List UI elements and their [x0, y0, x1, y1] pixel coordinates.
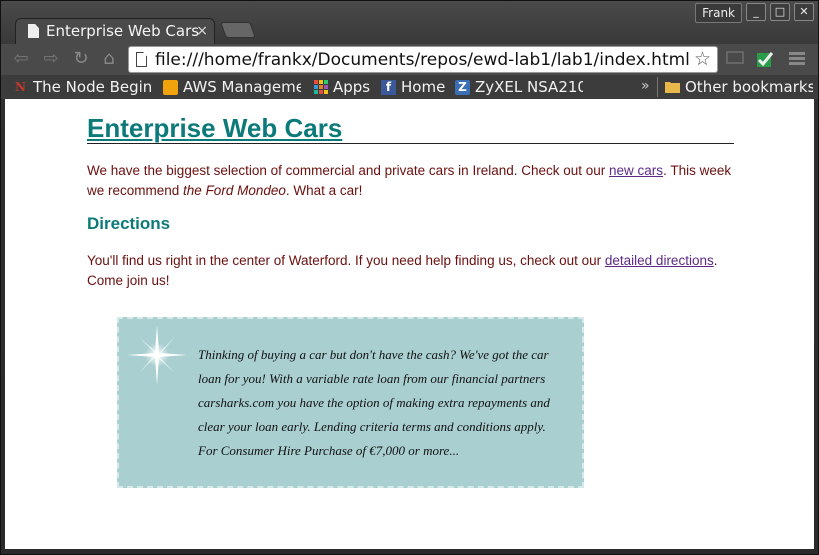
browser-window: Frank _ □ ✕ Enterprise Web Cars × ⇦ ⇨ ↻ …	[0, 0, 819, 555]
tab-active[interactable]: Enterprise Web Cars ×	[15, 18, 215, 44]
file-page-icon	[136, 52, 147, 67]
url-text[interactable]: file:///home/frankx/Documents/repos/ewd-…	[155, 50, 690, 70]
bookmark-label: ZyXEL NSA210	[475, 78, 583, 96]
folder-icon	[665, 80, 680, 95]
forward-icon[interactable]: ⇨	[41, 49, 61, 69]
address-bar[interactable]: file:///home/frankx/Documents/repos/ewd-…	[128, 46, 718, 73]
facebook-icon: f	[381, 80, 396, 95]
profile-badge[interactable]: Frank	[695, 3, 742, 23]
bookmark-label: Home	[401, 78, 446, 96]
intro-paragraph: We have the biggest selection of commerc…	[87, 163, 732, 198]
close-window-button[interactable]: ✕	[794, 3, 814, 21]
other-bookmarks[interactable]: Other bookmarks	[663, 77, 813, 97]
bookmark-label: AWS Management	[183, 78, 301, 96]
back-icon[interactable]: ⇦	[11, 49, 31, 69]
sparkle-icon	[127, 325, 187, 385]
recommended-car: the Ford Mondeo	[183, 183, 286, 198]
tab-title: Enterprise Web Cars	[46, 22, 200, 40]
page-viewport: Enterprise Web Cars We have the biggest …	[5, 99, 814, 549]
directions-heading: Directions	[87, 214, 171, 233]
bookmark-label: Apps	[333, 78, 371, 96]
menu-icon[interactable]	[787, 50, 807, 70]
reload-icon[interactable]: ↻	[71, 49, 91, 69]
detailed-directions-link[interactable]: detailed directions	[605, 253, 714, 268]
page-icon	[28, 24, 39, 38]
directions-paragraph: You'll find us right in the center of Wa…	[87, 253, 718, 288]
cast-icon[interactable]	[725, 50, 745, 70]
toolbar: ⇦ ⇨ ↻ ⌂ file:///home/frankx/Documents/re…	[1, 44, 818, 75]
bookmarks-divider	[657, 77, 658, 97]
page-title: Enterprise Web Cars	[87, 113, 734, 144]
bookmark-label: Other bookmarks	[685, 78, 813, 96]
loan-promo-box: Thinking of buying a car but don't have …	[117, 317, 584, 488]
main-content: Enterprise Web Cars We have the biggest …	[87, 113, 734, 291]
bookmark-label: The Node Beginner	[33, 78, 151, 96]
promo-text: Thinking of buying a car but don't have …	[198, 347, 550, 458]
bookmark-apps[interactable]: Apps	[311, 77, 373, 97]
bookmark-aws[interactable]: AWS Management	[161, 77, 301, 97]
bookmark-node-beginner[interactable]: N The Node Beginner	[11, 77, 151, 97]
aws-cube-icon	[163, 80, 178, 95]
new-cars-link[interactable]: new cars	[609, 163, 663, 178]
window-controls: Frank _ □ ✕	[695, 3, 814, 23]
close-tab-icon[interactable]: ×	[196, 19, 208, 43]
zyxel-icon: Z	[455, 80, 470, 95]
bookmark-zyxel[interactable]: Z ZyXEL NSA210	[453, 77, 583, 97]
extension-check-icon[interactable]	[755, 50, 775, 70]
new-tab-button[interactable]	[220, 22, 256, 38]
node-book-icon: N	[15, 80, 26, 94]
bookmark-home[interactable]: f Home	[379, 77, 449, 97]
home-icon[interactable]: ⌂	[99, 49, 119, 69]
bookmarks-bar: N The Node Beginner AWS Management Apps …	[1, 75, 818, 99]
bookmarks-overflow-icon[interactable]: »	[641, 78, 650, 94]
star-icon[interactable]: ☆	[694, 48, 711, 70]
maximize-button[interactable]: □	[770, 3, 790, 21]
tab-strip: Enterprise Web Cars ×	[11, 18, 271, 44]
apps-grid-icon	[313, 80, 328, 95]
minimize-button[interactable]: _	[746, 3, 766, 21]
